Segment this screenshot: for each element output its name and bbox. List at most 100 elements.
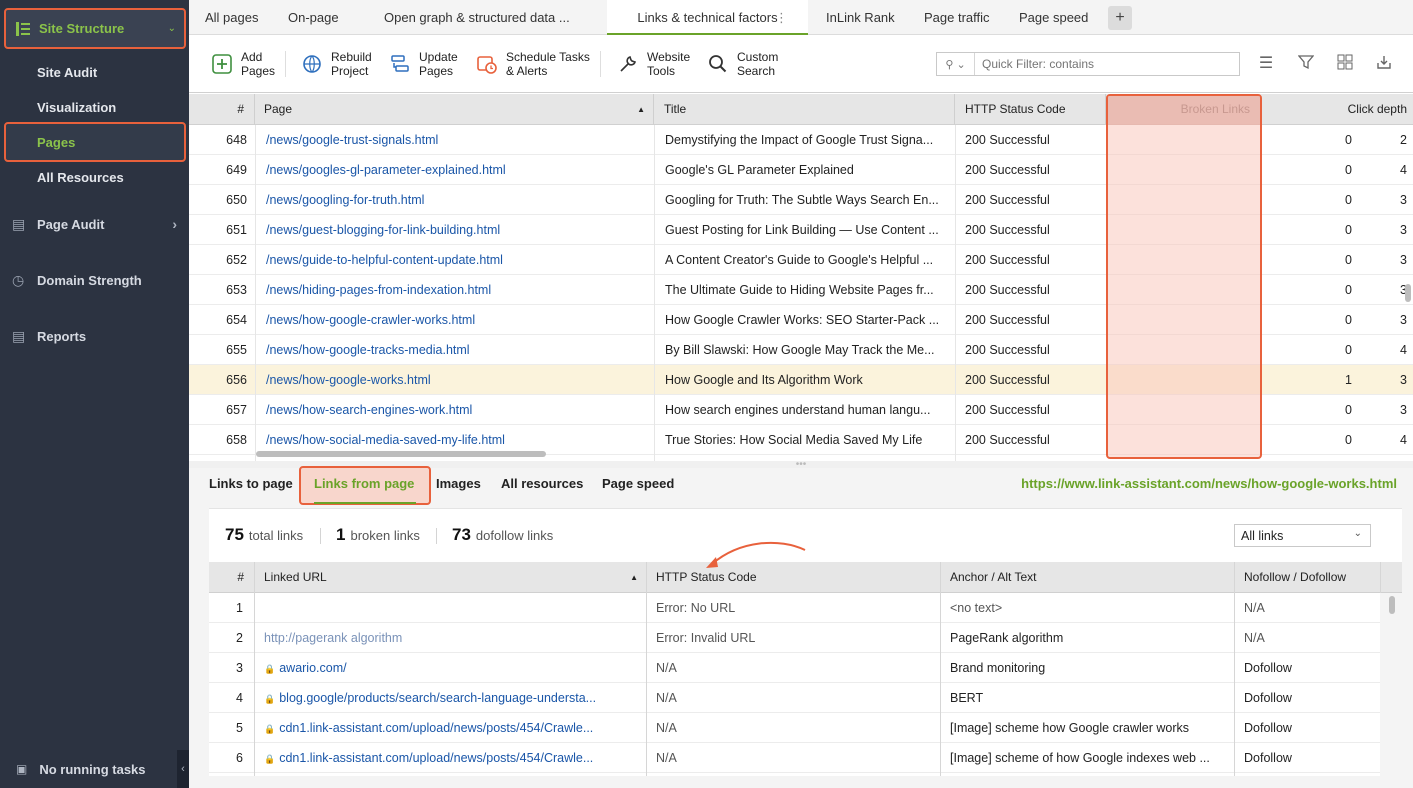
col-title[interactable]: Title	[654, 94, 955, 125]
col-broken-links[interactable]: Broken Links	[1106, 94, 1262, 125]
http-status: N/A	[656, 721, 677, 735]
sidebar-section-label: Page Audit	[37, 216, 105, 232]
gauge-icon: ◷	[12, 271, 25, 288]
website-label-2: Tools	[647, 64, 676, 78]
linked-url[interactable]: 🔒 awario.com/	[264, 653, 642, 683]
sidebar-section-reports[interactable]: ▤ Reports	[0, 322, 189, 350]
links-filter-select[interactable]: All links ⌄	[1234, 524, 1371, 547]
grid-view-icon[interactable]	[1335, 54, 1355, 74]
table-row[interactable]: 4 🔒 blog.google/products/search/search-lan…	[209, 683, 1380, 713]
add-tab-button[interactable]: +	[1108, 6, 1132, 30]
linked-url[interactable]: 🔒 blog.google/products/search/search-lang…	[264, 683, 642, 713]
page-url[interactable]: /news/googling-for-truth.html	[266, 185, 424, 215]
sidebar-item-all-resources[interactable]: All Resources	[37, 170, 124, 185]
table-row[interactable]: 649/news/googles-gl-parameter-explained.…	[189, 155, 1413, 185]
page-title: By Bill Slawski: How Google May Track th…	[665, 343, 935, 357]
rebuild-project-button[interactable]: Rebuild Project	[301, 45, 372, 83]
table-row[interactable]: 657/news/how-search-engines-work.html How…	[189, 395, 1413, 425]
lock-icon: 🔒	[264, 694, 276, 704]
col-index[interactable]: #	[209, 562, 254, 593]
page-url[interactable]: /news/guest-blogging-for-link-building.h…	[266, 215, 500, 245]
http-status: N/A	[656, 691, 677, 705]
table-row[interactable]: 656/news/how-google-works.html How Google…	[189, 365, 1413, 395]
linked-url[interactable]: 🔒 cdn1.link-assistant.com/upload/news/pos…	[264, 743, 642, 773]
vertical-scrollbar[interactable]	[1405, 284, 1411, 302]
table-row[interactable]: 2 http://pagerank algorithm Error: Invalid…	[209, 623, 1380, 653]
col-nofollow-dofollow[interactable]: Nofollow / Dofollow	[1234, 562, 1380, 593]
tab-inlink-rank[interactable]: InLink Rank	[826, 0, 895, 35]
tab-menu-icon[interactable]: ⋮	[775, 0, 788, 35]
schedule-tasks-button[interactable]: Schedule Tasks & Alerts	[476, 45, 590, 83]
page-url[interactable]: /news/hiding-pages-from-indexation.html	[266, 275, 491, 305]
page-url-link[interactable]: https://www.link-assistant.com/news/how-…	[1021, 468, 1397, 500]
linked-url[interactable]: http://pagerank algorithm	[264, 623, 642, 653]
horizontal-scrollbar[interactable]	[256, 451, 546, 457]
tab-page-speed-detail[interactable]: Page speed	[602, 468, 674, 500]
tab-on-page[interactable]: On-page	[288, 0, 339, 35]
filter-search-dropdown[interactable]: ⚲ ⌄	[937, 53, 975, 75]
page-url[interactable]: /news/google-trust-signals.html	[266, 125, 438, 155]
schedule-icon	[476, 53, 498, 75]
table-row[interactable]: 652/news/guide-to-helpful-content-update…	[189, 245, 1413, 275]
table-row[interactable]: 651/news/guest-blogging-for-link-buildin…	[189, 215, 1413, 245]
page-url[interactable]: /news/how-search-engines-work.html	[266, 395, 472, 425]
list-view-icon[interactable]: ☰	[1256, 54, 1276, 74]
filter-icon[interactable]	[1296, 54, 1316, 74]
table-row[interactable]: 5 🔒 cdn1.link-assistant.com/upload/news/po…	[209, 713, 1380, 743]
tab-all-resources[interactable]: All resources	[501, 468, 583, 500]
page-url[interactable]: /news/guide-to-helpful-content-update.ht…	[266, 245, 503, 275]
http-status: Error: No URL	[656, 601, 736, 615]
page-url[interactable]: /news/how-google-tracks-media.html	[266, 335, 470, 365]
table-row[interactable]: 1 Error: No URL <no text> N/A	[209, 593, 1380, 623]
tab-open-graph[interactable]: Open graph & structured data ...	[384, 0, 570, 35]
page-url[interactable]: /news/how-google-crawler-works.html	[266, 305, 475, 335]
tab-links-technical[interactable]: Links & technical factors ⋮	[607, 0, 808, 35]
tab-all-pages[interactable]: All pages	[205, 0, 258, 35]
col-click-depth[interactable]: Click depth	[1262, 94, 1413, 125]
sidebar-item-visualization[interactable]: Visualization	[37, 100, 116, 115]
col-anchor[interactable]: Anchor / Alt Text	[940, 562, 1234, 593]
table-row[interactable]: 654/news/how-google-crawler-works.html Ho…	[189, 305, 1413, 335]
linked-urls-table: # Linked URL ▲ HTTP Status Code Anchor /…	[209, 562, 1402, 776]
table-row[interactable]: 6 🔒 cdn1.link-assistant.com/upload/news/po…	[209, 743, 1380, 773]
table-row[interactable]: 650/news/googling-for-truth.html Googling…	[189, 185, 1413, 215]
follow-type: Dofollow	[1244, 661, 1292, 675]
table-row[interactable]: 653/news/hiding-pages-from-indexation.ht…	[189, 275, 1413, 305]
sidebar-section-page-audit[interactable]: ▤ Page Audit ›	[0, 210, 189, 238]
linked-url[interactable]	[264, 593, 642, 623]
table-row[interactable]: 648/news/google-trust-signals.html Demyst…	[189, 125, 1413, 155]
export-icon[interactable]	[1374, 54, 1394, 74]
click-depth: 3	[1400, 193, 1407, 207]
col-index[interactable]: #	[189, 94, 255, 125]
site-structure-menu[interactable]: Site Structure ⌄	[4, 8, 186, 49]
col-linked-url[interactable]: Linked URL ▲	[254, 562, 646, 593]
row-index: 658	[226, 433, 247, 447]
collapse-sidebar-button[interactable]: ‹	[177, 750, 189, 788]
sort-asc-icon: ▲	[630, 573, 638, 582]
website-tools-button[interactable]: Website Tools	[617, 45, 690, 83]
sidebar-item-pages[interactable]: Pages	[4, 122, 186, 162]
linked-url[interactable]: 🔒 cdn1.link-assistant.com/upload/news/pos…	[264, 713, 642, 743]
linked-url-text: cdn1.link-assistant.com/upload/news/post…	[279, 751, 594, 765]
tab-page-speed[interactable]: Page speed	[1019, 0, 1088, 35]
page-url[interactable]: /news/googles-gl-parameter-explained.htm…	[266, 155, 506, 185]
tab-page-traffic[interactable]: Page traffic	[924, 0, 990, 35]
tab-images[interactable]: Images	[436, 468, 481, 500]
add-pages-button[interactable]: Add Pages	[211, 45, 275, 83]
page-url[interactable]: /news/how-google-works.html	[266, 365, 431, 395]
sidebar-item-site-audit[interactable]: Site Audit	[37, 65, 97, 80]
update-pages-button[interactable]: Update Pages	[389, 45, 458, 83]
quick-filter-input[interactable]	[975, 54, 1225, 74]
tab-links-to-page[interactable]: Links to page	[209, 468, 293, 500]
col-page[interactable]: Page ▲	[255, 94, 654, 125]
col-http-status[interactable]: HTTP Status Code	[955, 94, 1106, 125]
table-row[interactable]: 655/news/how-google-tracks-media.html By …	[189, 335, 1413, 365]
table-row[interactable]: 3 🔒 awario.com/N/A Brand monitoring Dofollow	[209, 653, 1380, 683]
sidebar-section-domain-strength[interactable]: ◷ Domain Strength	[0, 266, 189, 294]
lock-icon: 🔒	[264, 724, 276, 734]
total-links-label: total links	[248, 528, 304, 543]
tab-links-from-page[interactable]: Links from page	[314, 468, 414, 500]
custom-search-button[interactable]: Custom Search	[707, 45, 778, 83]
running-tasks-status[interactable]: ▣ No running tasks	[0, 750, 189, 788]
vertical-scrollbar[interactable]	[1389, 596, 1395, 614]
